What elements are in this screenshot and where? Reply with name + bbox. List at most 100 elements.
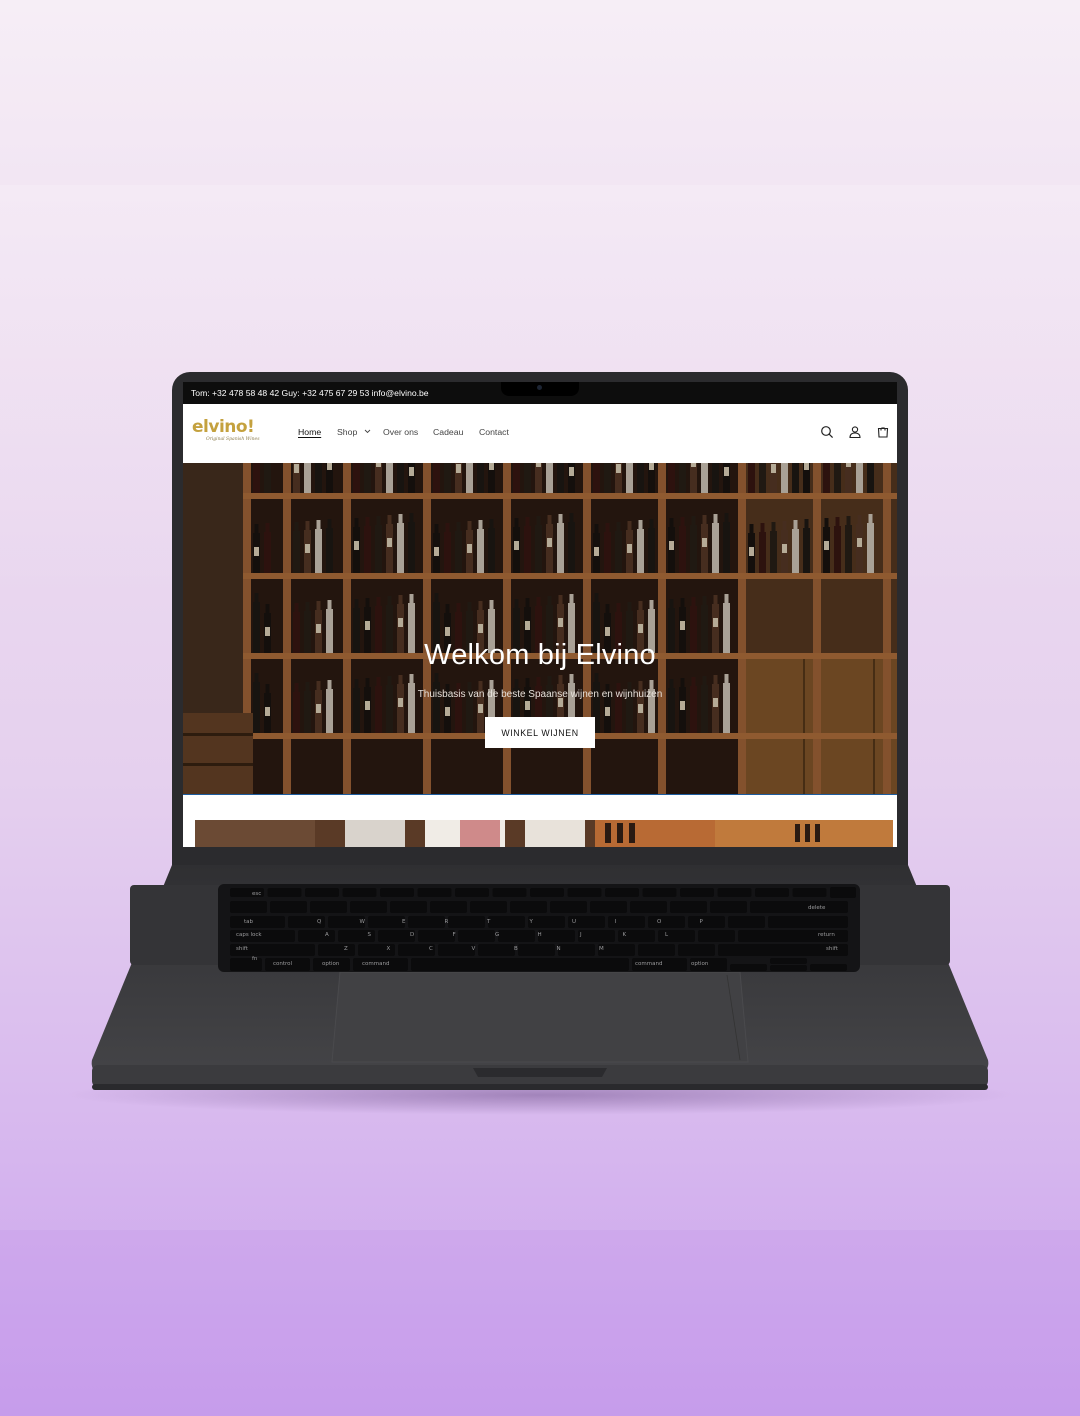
letter-key[interactable] xyxy=(438,944,475,956)
function-key[interactable] xyxy=(567,888,602,897)
arrow-up[interactable] xyxy=(770,958,807,964)
letter-key[interactable] xyxy=(288,916,325,928)
function-key[interactable] xyxy=(717,888,752,897)
cart-icon[interactable] xyxy=(876,425,890,439)
key-return-cap[interactable] xyxy=(738,930,848,942)
number-key[interactable] xyxy=(390,901,427,913)
function-key[interactable] xyxy=(267,888,302,897)
camera-notch xyxy=(501,382,579,396)
letter-key[interactable] xyxy=(608,916,645,928)
letter-key[interactable] xyxy=(358,944,395,956)
letter-key[interactable] xyxy=(298,930,335,942)
next-section xyxy=(183,795,897,847)
function-key[interactable] xyxy=(380,888,414,897)
number-key[interactable] xyxy=(510,901,547,913)
number-key[interactable] xyxy=(710,901,747,913)
letter-key[interactable] xyxy=(408,916,445,928)
account-icon[interactable] xyxy=(848,425,862,439)
spacebar[interactable] xyxy=(411,958,629,971)
letter-key[interactable] xyxy=(538,930,575,942)
letter-key[interactable] xyxy=(448,916,485,928)
number-key[interactable] xyxy=(550,901,587,913)
key-command-right-cap[interactable] xyxy=(632,958,687,971)
touch-id-key[interactable] xyxy=(830,887,856,898)
letter-key[interactable] xyxy=(498,930,535,942)
key-tab-cap[interactable] xyxy=(230,916,285,928)
function-key[interactable] xyxy=(417,888,452,897)
key-delete-cap[interactable] xyxy=(750,901,848,913)
key-option-left-cap[interactable] xyxy=(313,958,350,971)
nav-shop[interactable]: Shop xyxy=(337,427,371,437)
letter-key[interactable] xyxy=(338,930,375,942)
letter-key[interactable] xyxy=(398,944,435,956)
letter-key[interactable] xyxy=(378,930,415,942)
number-key[interactable] xyxy=(430,901,467,913)
nav-contact[interactable]: Contact xyxy=(479,427,509,437)
hero-subtitle: Thuisbasis van de beste Spaanse wijnen e… xyxy=(417,689,663,700)
site-logo[interactable]: elvino! Original Spanish Wines xyxy=(192,418,260,442)
key-shift-right-cap[interactable] xyxy=(718,944,848,956)
function-key[interactable] xyxy=(792,888,827,897)
function-key[interactable] xyxy=(605,888,639,897)
nav-cadeau[interactable]: Cadeau xyxy=(433,427,463,437)
laptop-screen: Tom: +32 478 58 48 42 Guy: +32 475 67 29… xyxy=(183,382,897,847)
letter-key[interactable] xyxy=(688,916,725,928)
letter-key[interactable] xyxy=(328,916,365,928)
number-key[interactable] xyxy=(670,901,707,913)
letter-key[interactable] xyxy=(698,930,735,942)
key-control-cap[interactable] xyxy=(265,958,310,971)
key-option-right-cap[interactable] xyxy=(690,958,727,971)
letter-key[interactable] xyxy=(578,930,615,942)
function-key[interactable] xyxy=(230,888,264,897)
arrow-left[interactable] xyxy=(730,964,767,971)
number-key[interactable] xyxy=(630,901,667,913)
shop-wines-button[interactable]: WINKEL WIJNEN xyxy=(485,717,595,748)
letter-key[interactable] xyxy=(598,944,635,956)
letter-key[interactable] xyxy=(418,930,455,942)
arrow-right[interactable] xyxy=(810,964,847,971)
letter-key[interactable] xyxy=(528,916,565,928)
function-key[interactable] xyxy=(492,888,527,897)
letter-key[interactable] xyxy=(488,916,525,928)
letter-key[interactable] xyxy=(558,944,595,956)
letter-key[interactable] xyxy=(648,916,685,928)
function-key[interactable] xyxy=(530,888,564,897)
letter-key[interactable] xyxy=(658,930,695,942)
letter-key[interactable] xyxy=(728,916,765,928)
background-band-bottom xyxy=(0,1230,1080,1416)
number-key[interactable] xyxy=(270,901,307,913)
function-key[interactable] xyxy=(342,888,377,897)
number-key[interactable] xyxy=(470,901,507,913)
nav-home[interactable]: Home xyxy=(298,427,321,437)
key-command-left-cap[interactable] xyxy=(353,958,408,971)
number-key[interactable] xyxy=(350,901,387,913)
function-key[interactable] xyxy=(455,888,489,897)
letter-key[interactable] xyxy=(458,930,495,942)
letter-key[interactable] xyxy=(568,916,605,928)
number-key[interactable] xyxy=(310,901,347,913)
letter-key[interactable] xyxy=(318,944,355,956)
arrow-down[interactable] xyxy=(770,965,807,971)
letter-key[interactable] xyxy=(638,944,675,956)
key-backslash[interactable] xyxy=(768,916,848,928)
logo-wordmark: elvino! xyxy=(192,417,255,437)
number-key[interactable] xyxy=(590,901,627,913)
site-header: elvino! Original Spanish Wines Home Shop… xyxy=(183,404,897,463)
key-caps-cap[interactable] xyxy=(230,930,295,942)
number-key[interactable] xyxy=(230,901,267,913)
letter-key[interactable] xyxy=(678,944,715,956)
key-shift-left-cap[interactable] xyxy=(230,944,315,956)
function-key[interactable] xyxy=(680,888,714,897)
function-key[interactable] xyxy=(755,888,789,897)
function-key[interactable] xyxy=(642,888,677,897)
chevron-down-icon xyxy=(364,429,371,434)
letter-key[interactable] xyxy=(478,944,515,956)
letter-key[interactable] xyxy=(618,930,655,942)
function-key[interactable] xyxy=(305,888,339,897)
letter-key[interactable] xyxy=(368,916,405,928)
key-fn-cap[interactable] xyxy=(230,958,262,971)
shop-interior-image xyxy=(195,820,893,847)
nav-over-ons[interactable]: Over ons xyxy=(383,427,418,437)
letter-key[interactable] xyxy=(518,944,555,956)
search-icon[interactable] xyxy=(820,425,834,439)
